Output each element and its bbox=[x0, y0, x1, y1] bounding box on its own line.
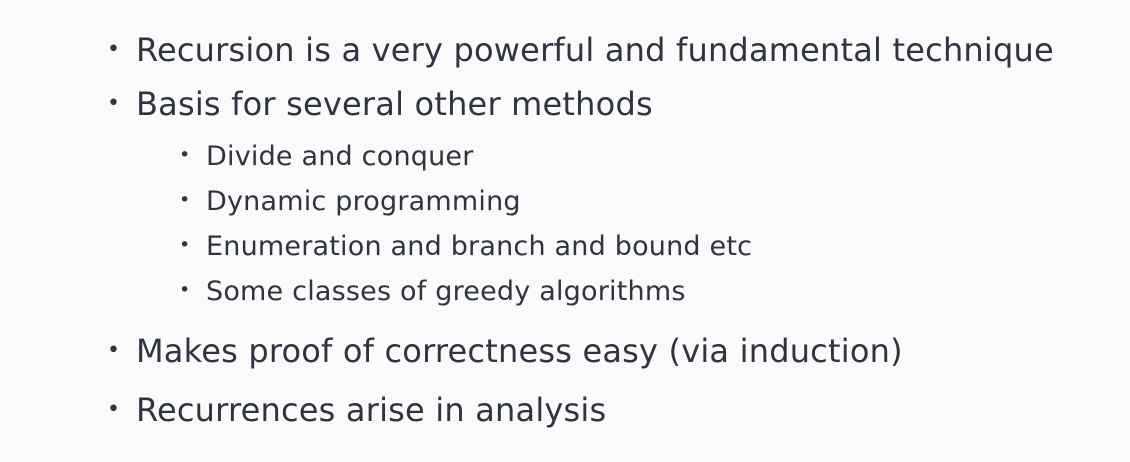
bullet-text: Makes proof of correctness easy (via ind… bbox=[136, 332, 903, 370]
bullet-item-recurrences: • Recurrences arise in analysis bbox=[107, 391, 607, 429]
bullet-dot-icon: • bbox=[179, 189, 191, 211]
sub-bullet-item-divide-conquer: • Divide and conquer bbox=[179, 141, 474, 172]
bullet-dot-icon: • bbox=[179, 144, 191, 166]
bullet-dot-icon: • bbox=[107, 338, 120, 363]
bullet-dot-icon: • bbox=[107, 397, 120, 422]
bullet-item-basis: • Basis for several other methods bbox=[107, 85, 653, 123]
bullet-text: Recurrences arise in analysis bbox=[136, 391, 607, 429]
sub-bullet-text: Enumeration and branch and bound etc bbox=[206, 231, 753, 262]
sub-bullet-text: Dynamic programming bbox=[206, 186, 521, 217]
bullet-dot-icon: • bbox=[179, 279, 191, 301]
bullet-item-recursion: • Recursion is a very powerful and funda… bbox=[107, 31, 1054, 69]
slide: • Recursion is a very powerful and funda… bbox=[0, 0, 1130, 462]
bullet-text: Basis for several other methods bbox=[136, 85, 653, 123]
bullet-text: Recursion is a very powerful and fundame… bbox=[136, 31, 1054, 69]
bullet-dot-icon: • bbox=[107, 37, 120, 62]
sub-bullet-item-greedy: • Some classes of greedy algorithms bbox=[179, 276, 686, 307]
sub-bullet-item-dynamic-programming: • Dynamic programming bbox=[179, 186, 521, 217]
bullet-item-proof-correctness: • Makes proof of correctness easy (via i… bbox=[107, 332, 903, 370]
sub-bullet-text: Divide and conquer bbox=[206, 141, 474, 172]
sub-bullet-item-enumeration: • Enumeration and branch and bound etc bbox=[179, 231, 753, 262]
bullet-dot-icon: • bbox=[179, 234, 191, 256]
bullet-dot-icon: • bbox=[107, 91, 120, 116]
sub-bullet-text: Some classes of greedy algorithms bbox=[206, 276, 686, 307]
